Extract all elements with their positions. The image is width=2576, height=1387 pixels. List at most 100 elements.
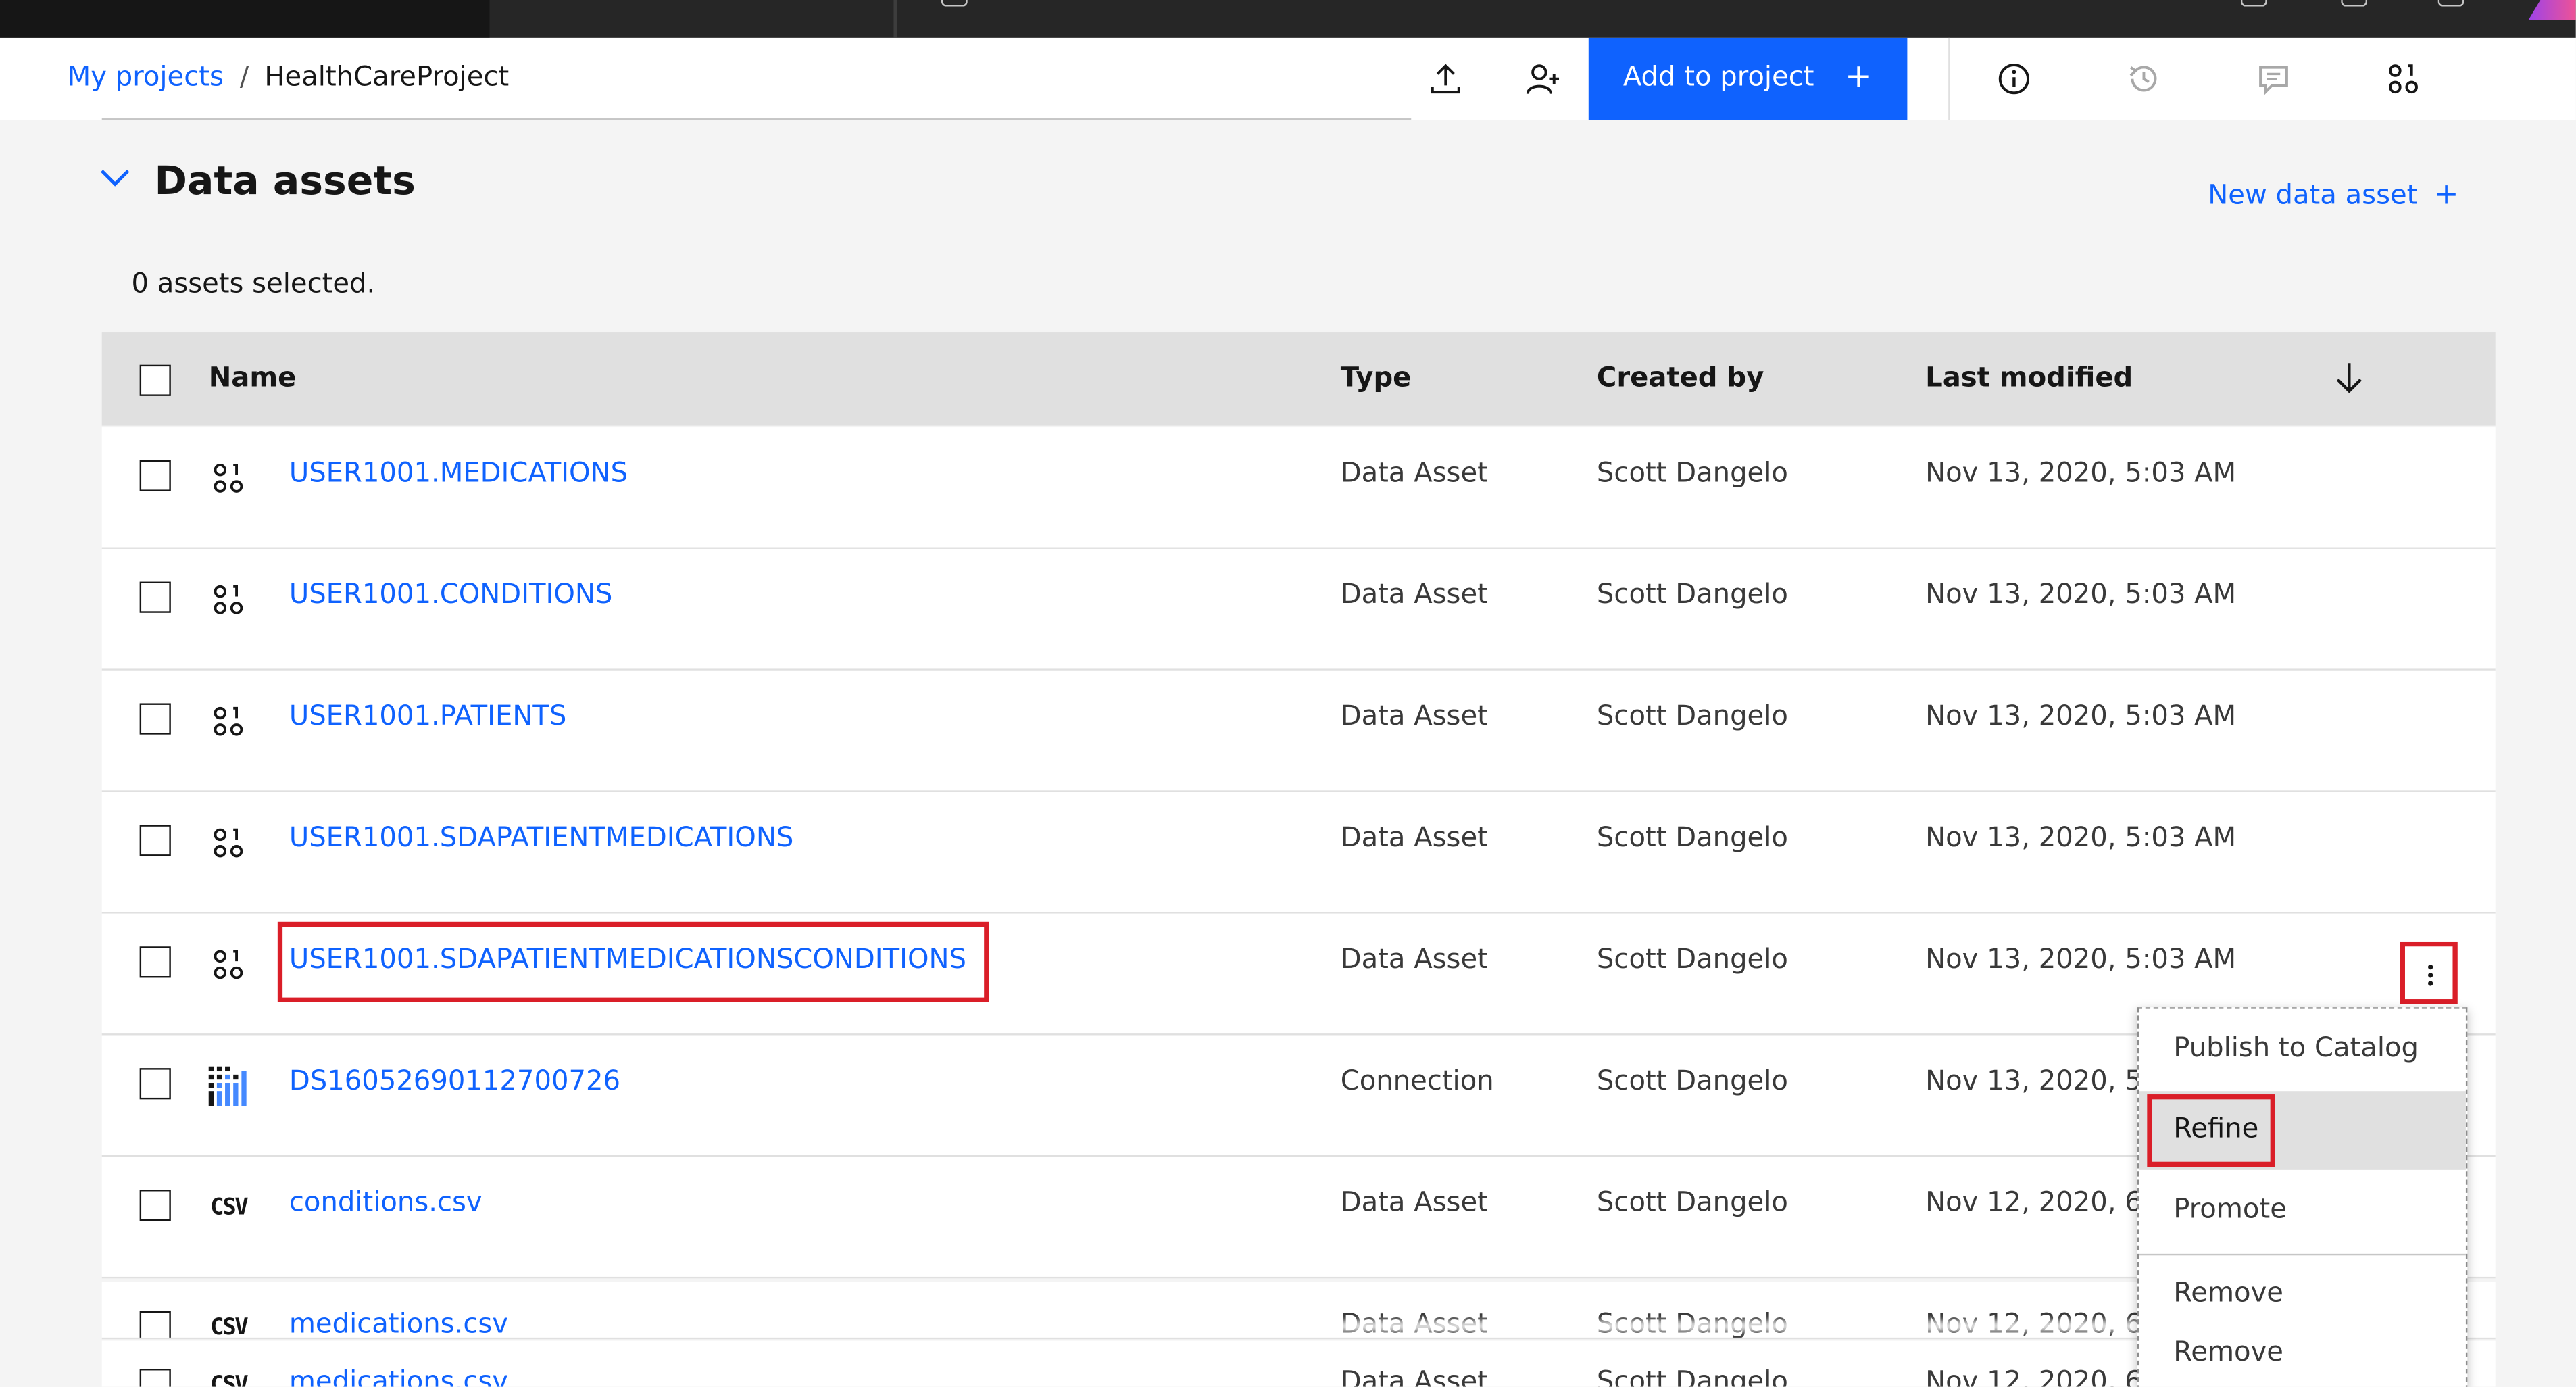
chevron-down-icon[interactable] — [99, 164, 132, 191]
history-icon[interactable] — [2126, 61, 2162, 97]
csv-icon: CSV — [210, 1314, 249, 1340]
table-row[interactable]: USER1001.MEDICATIONS Data Asset Scott Da… — [101, 427, 2496, 549]
top-bar-left-segment — [0, 0, 490, 38]
csv-icon: CSV — [210, 1371, 249, 1387]
sort-arrow-down-icon[interactable] — [2333, 360, 2366, 395]
section-title: Data assets — [154, 157, 416, 204]
upload-icon[interactable] — [1428, 61, 1464, 97]
asset-created-by: Scott Dangelo — [1596, 1365, 1788, 1387]
assets-icon[interactable] — [2385, 61, 2421, 97]
asset-last-modified: Nov 13, 2020, 5 — [1925, 1065, 2142, 1096]
row-checkbox[interactable] — [139, 581, 171, 613]
overflow-menu-button[interactable] — [2400, 941, 2458, 1004]
asset-last-modified: Nov 13, 2020, 5:03 AM — [1925, 821, 2237, 853]
menu-item-publish-to-catalog[interactable]: Publish to Catalog — [2139, 1011, 2466, 1090]
row-checkbox[interactable] — [139, 1190, 171, 1221]
new-data-asset-link[interactable]: New data asset + — [2208, 178, 2458, 212]
asset-type: Data Asset — [1340, 821, 1488, 853]
menu-item-remove[interactable]: Remove — [2139, 1315, 2466, 1387]
column-header-type[interactable]: Type — [1341, 362, 1412, 393]
menu-item-label: Remove — [2173, 1276, 2284, 1309]
data-asset-icon — [214, 464, 243, 493]
asset-type: Data Asset — [1340, 943, 1488, 975]
asset-name-link[interactable]: medications.csv — [289, 1365, 508, 1387]
info-icon[interactable] — [1996, 61, 2032, 97]
asset-name-link[interactable]: USER1001.MEDICATIONS — [289, 457, 628, 488]
asset-last-modified: Nov 13, 2020, 5:03 AM — [1925, 700, 2237, 731]
header-divider — [1948, 37, 1950, 120]
table-row[interactable]: USER1001.SDAPATIENTMEDICATIONS Data Asse… — [101, 792, 2496, 914]
csv-icon: CSV — [210, 1194, 249, 1221]
data-asset-icon — [214, 706, 243, 736]
search-icon[interactable] — [941, 0, 968, 7]
app-viewport: My projects / HealthCareProject Add to p… — [0, 0, 2576, 1387]
plus-icon: + — [2433, 177, 2459, 212]
column-header-created-by[interactable]: Created by — [1597, 362, 1764, 393]
asset-name-link[interactable]: USER1001.SDAPATIENTMEDICATIONS — [289, 822, 793, 853]
asset-last-modified: Nov 12, 2020, 6 — [1925, 1186, 2142, 1218]
row-checkbox[interactable] — [139, 460, 171, 491]
add-collaborator-icon[interactable] — [1525, 61, 1560, 97]
comment-icon[interactable] — [2256, 61, 2292, 97]
table-row[interactable]: USER1001.CONDITIONS Data Asset Scott Dan… — [101, 548, 2496, 671]
row-checkbox[interactable] — [139, 703, 171, 735]
asset-last-modified: Nov 12, 2020, 6 — [1925, 1365, 2142, 1387]
asset-name-link[interactable]: conditions.csv — [289, 1186, 482, 1217]
asset-type: Data Asset — [1340, 578, 1488, 610]
annotation-highlight-asset — [277, 921, 989, 1002]
top-navigation-bar — [0, 0, 2576, 38]
menu-item-label: Remove — [2173, 1336, 2284, 1367]
table-row[interactable]: CSV conditions.csv Data Asset Scott Dang… — [101, 1157, 2496, 1279]
notification-icon[interactable] — [2240, 0, 2267, 7]
overflow-context-menu: Publish to Catalog Refine Promote Remove… — [2137, 1007, 2468, 1387]
asset-last-modified: Nov 13, 2020, 5:03 AM — [1925, 943, 2237, 975]
asset-created-by: Scott Dangelo — [1596, 1065, 1788, 1096]
connection-icon — [208, 1066, 247, 1106]
column-header-last-modified[interactable]: Last modified — [1925, 362, 2133, 393]
asset-created-by: Scott Dangelo — [1596, 943, 1788, 975]
asset-name-link[interactable]: DS16052690112700726 — [289, 1065, 620, 1096]
breadcrumb-my-projects[interactable]: My projects — [68, 61, 224, 92]
kebab-dot — [2427, 973, 2433, 978]
selection-count: 0 assets selected. — [131, 268, 376, 299]
asset-type: Data Asset — [1340, 1365, 1488, 1387]
asset-created-by: Scott Dangelo — [1596, 578, 1788, 610]
row-checkbox[interactable] — [139, 1068, 171, 1100]
asset-name-link[interactable]: USER1001.CONDITIONS — [289, 579, 613, 610]
plus-icon: + — [1845, 55, 1873, 95]
data-asset-icon — [214, 828, 243, 858]
asset-name-link[interactable]: medications.csv — [289, 1308, 508, 1338]
column-header-name[interactable]: Name — [209, 362, 297, 393]
header-underline — [101, 118, 1412, 120]
project-header: My projects / HealthCareProject Add to p… — [0, 37, 2576, 120]
add-to-project-label: Add to project — [1623, 60, 1814, 93]
asset-created-by: Scott Dangelo — [1596, 1186, 1788, 1218]
asset-created-by: Scott Dangelo — [1596, 456, 1788, 489]
table-row[interactable]: DS16052690112700726 Connection Scott Dan… — [101, 1035, 2496, 1157]
row-checkbox[interactable] — [139, 1311, 171, 1338]
row-checkbox[interactable] — [139, 1369, 171, 1387]
data-asset-icon — [214, 950, 243, 979]
menu-item-label: Promote — [2173, 1192, 2287, 1225]
asset-name-link[interactable]: USER1001.PATIENTS — [289, 700, 566, 731]
scroll-fade — [657, 1321, 2267, 1332]
row-checkbox[interactable] — [139, 825, 171, 856]
asset-type: Data Asset — [1340, 1186, 1488, 1218]
settings-icon[interactable] — [2437, 0, 2464, 7]
asset-created-by: Scott Dangelo — [1596, 821, 1788, 853]
asset-last-modified: Nov 13, 2020, 5:03 AM — [1925, 456, 2237, 489]
asset-type: Data Asset — [1340, 456, 1488, 489]
asset-last-modified: Nov 13, 2020, 5:03 AM — [1925, 578, 2237, 610]
table-header: Name Type Created by Last modified — [101, 332, 2496, 426]
select-all-checkbox[interactable] — [139, 364, 171, 396]
add-to-project-button[interactable]: Add to project + — [1588, 37, 1908, 120]
data-asset-icon — [214, 585, 243, 614]
asset-created-by: Scott Dangelo — [1596, 700, 1788, 731]
table-row[interactable]: USER1001.PATIENTS Data Asset Scott Dange… — [101, 670, 2496, 792]
help-icon[interactable] — [2341, 0, 2368, 7]
breadcrumb-separator: / — [239, 60, 249, 93]
asset-type: Connection — [1340, 1065, 1494, 1096]
menu-item-promote[interactable]: Promote — [2139, 1171, 2466, 1250]
annotation-highlight-refine — [2147, 1094, 2275, 1167]
row-checkbox[interactable] — [139, 946, 171, 978]
